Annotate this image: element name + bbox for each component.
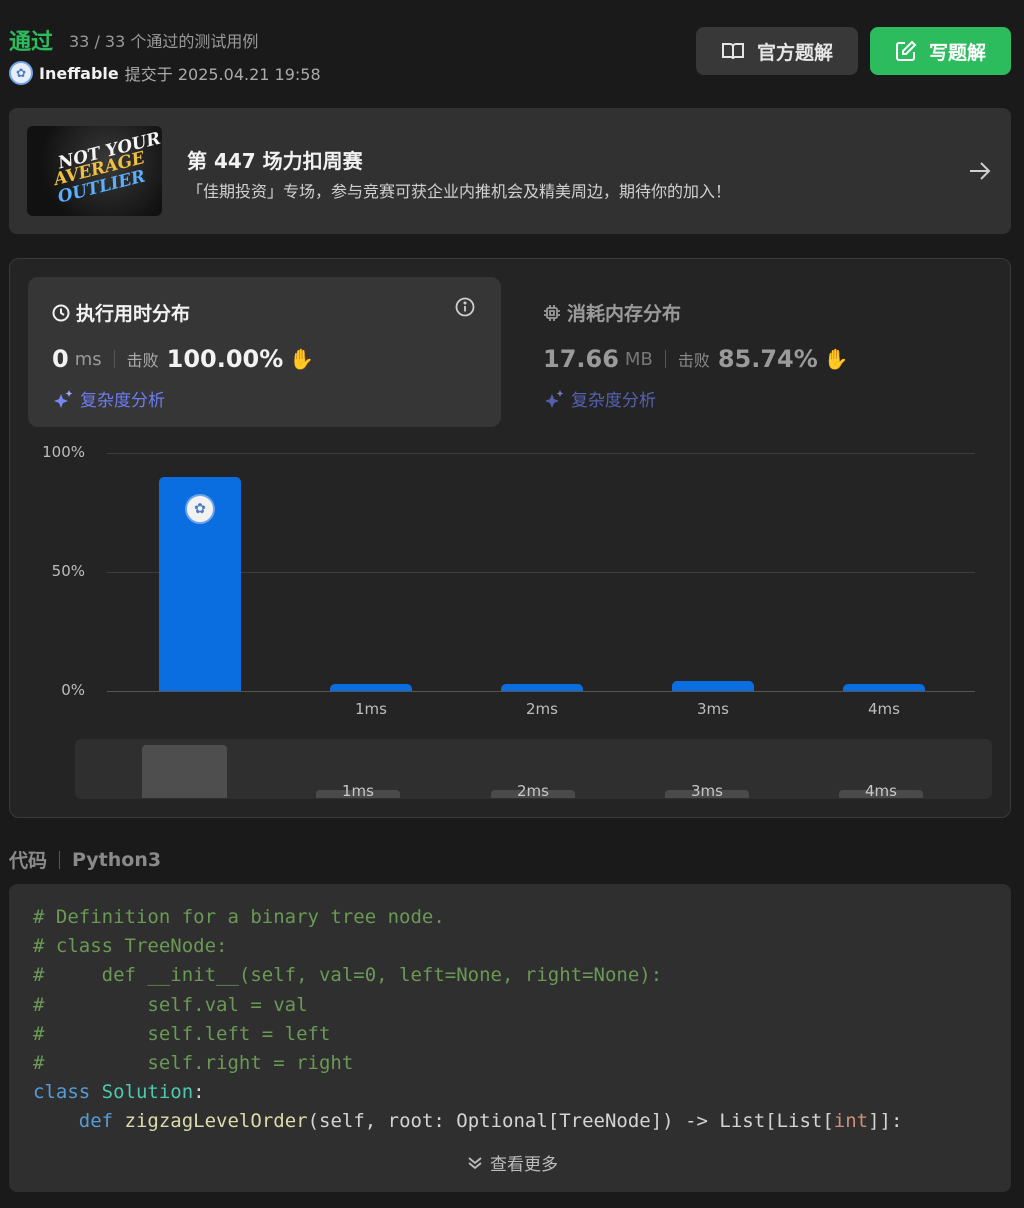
contest-title: 第 447 场力扣周赛 [187, 149, 363, 173]
chart-gridline [107, 691, 975, 692]
memory-unit: MB [624, 348, 653, 370]
edit-icon [895, 40, 917, 61]
arrow-right-icon[interactable] [968, 160, 992, 182]
official-solution-label: 官方题解 [756, 41, 833, 64]
minimap-label: 3ms [691, 782, 723, 800]
y-tick-label: 50% [51, 562, 85, 580]
show-more-button[interactable]: 查看更多 [0, 1150, 1024, 1175]
code-content: # Definition for a binary tree node. # c… [33, 906, 903, 1133]
minimap-label: 1ms [342, 782, 374, 800]
runtime-complexity-link[interactable]: 复杂度分析 [52, 386, 165, 411]
chart-bar-4ms[interactable] [843, 683, 925, 691]
username[interactable]: Ineffable [39, 64, 119, 83]
sparkle-icon [54, 389, 73, 408]
minimap-selected-bar[interactable] [142, 745, 227, 798]
code-header: 代码 Python3 [9, 846, 161, 873]
runtime-beats: 100.00% [166, 345, 284, 373]
contest-description: 「佳期投资」专场，参与竞赛可获企业内推机会及精美周边，期待你的加入！ [187, 182, 732, 201]
minimap-label: 4ms [865, 782, 897, 800]
clap-icon: ✋ [289, 347, 315, 371]
book-icon [721, 43, 744, 60]
info-icon[interactable] [455, 297, 475, 317]
runtime-value-row: 0 ms 击败 100.00% ✋ [52, 345, 314, 373]
test-count: 33 / 33 个通过的测试用例 [69, 32, 259, 51]
memory-beats-label: 击败 [677, 351, 710, 370]
clap-icon: ✋ [823, 347, 849, 371]
user-avatar-marker: ✿ [185, 493, 215, 524]
runtime-unit: ms [74, 348, 102, 370]
submitted-time: 提交于 2025.04.21 19:58 [124, 65, 321, 84]
sparkle-icon [545, 389, 564, 408]
clock-icon [52, 304, 70, 321]
write-solution-button[interactable]: 写题解 [870, 27, 1011, 75]
chip-icon [544, 304, 560, 321]
chart-bar-2ms[interactable] [501, 683, 583, 691]
write-solution-label: 写题解 [928, 41, 986, 64]
x-tick-label: 2ms [526, 700, 558, 718]
minimap-label: 2ms [517, 782, 549, 800]
memory-value: 17.66 [543, 345, 619, 373]
contest-banner-image: NOT YOUR AVERAGE OUTLIER [27, 126, 162, 216]
chart-gridline [107, 453, 975, 454]
runtime-value: 0 [52, 345, 69, 373]
code-language: Python3 [72, 848, 162, 871]
memory-complexity-link[interactable]: 复杂度分析 [543, 386, 656, 411]
y-tick-label: 0% [61, 681, 85, 699]
runtime-title: 执行用时分布 [52, 299, 190, 326]
memory-beats: 85.74% [717, 345, 818, 373]
memory-value-row: 17.66 MB 击败 85.74% ✋ [543, 345, 849, 373]
status-label: 通过 [9, 30, 54, 55]
memory-tab[interactable]: 消耗内存分布 [543, 299, 681, 326]
submission-info: ✿ Ineffable 提交于 2025.04.21 19:58 [9, 61, 321, 85]
x-tick-label: 1ms [355, 700, 387, 718]
x-tick-label: 3ms [697, 700, 729, 718]
official-solution-button[interactable]: 官方题解 [696, 27, 858, 75]
x-tick-label: 4ms [868, 700, 900, 718]
chart-bar-1ms[interactable] [330, 683, 412, 691]
avatar[interactable]: ✿ [9, 61, 33, 85]
chevron-double-down-icon [468, 1156, 482, 1169]
chart-bar-3ms[interactable] [672, 681, 754, 691]
y-tick-label: 100% [42, 443, 85, 461]
code-label: 代码 [9, 850, 48, 872]
runtime-beats-label: 击败 [126, 351, 159, 370]
